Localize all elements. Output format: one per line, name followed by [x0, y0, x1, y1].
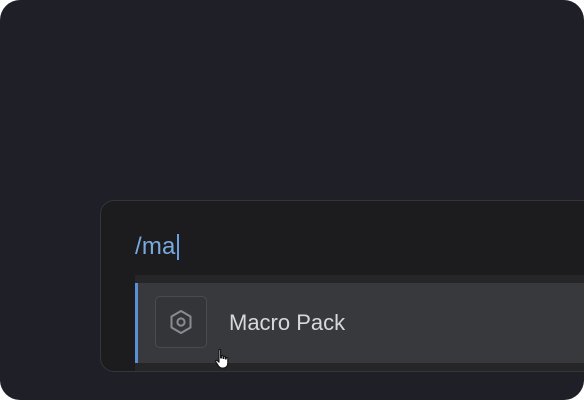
- hexagon-gear-icon: [155, 296, 207, 348]
- command-palette: /ma Macro Pack: [100, 200, 584, 372]
- text-caret: [176, 234, 179, 260]
- command-input-text: /ma: [135, 233, 176, 260]
- hand-pointer-cursor-icon: [215, 348, 229, 369]
- command-input[interactable]: /ma: [135, 229, 179, 265]
- selection-accent-bar: [135, 283, 138, 363]
- result-item-macro-pack[interactable]: Macro Pack: [135, 283, 584, 363]
- results-list: Macro Pack: [135, 275, 584, 371]
- result-item-label: Macro Pack: [229, 310, 346, 335]
- app-window: /ma Macro Pack: [0, 0, 584, 400]
